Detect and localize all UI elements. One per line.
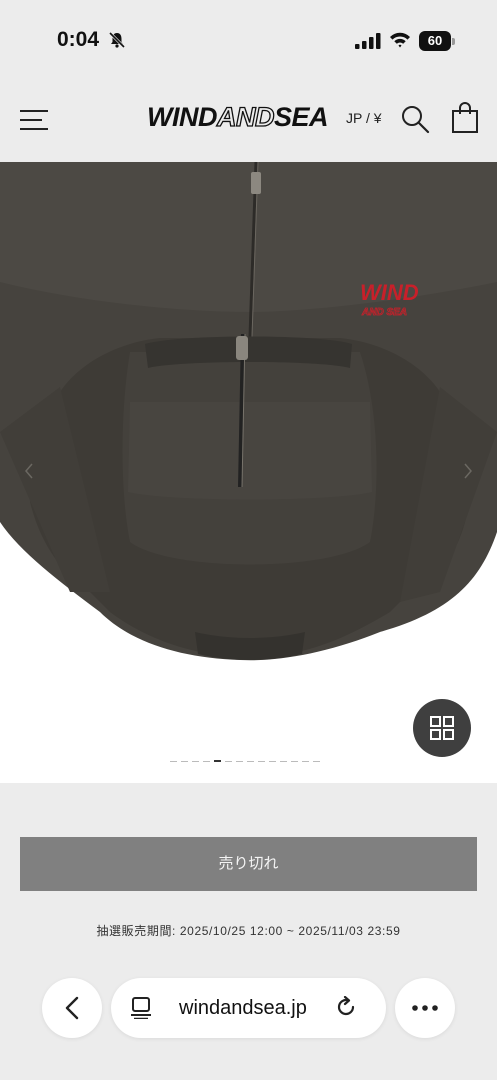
logo-sea: SEA <box>273 102 329 132</box>
locale-currency-selector[interactable]: JP / ¥ <box>346 110 382 126</box>
reload-icon[interactable] <box>335 996 357 1018</box>
gallery-page-dot[interactable] <box>192 761 199 762</box>
gallery-page-dot[interactable] <box>269 761 276 762</box>
sold-out-button[interactable]: 売り切れ <box>20 837 477 891</box>
bell-muted-icon <box>108 31 126 49</box>
gallery-page-dot[interactable] <box>291 761 298 762</box>
carousel-prev-icon[interactable] <box>24 462 34 480</box>
embroidery-top: WIND <box>360 280 419 305</box>
address-bar[interactable]: windandsea.jp <box>111 978 386 1038</box>
lottery-period-text: 抽選販売期間: 2025/10/25 12:00 ~ 2025/11/03 23… <box>96 924 401 938</box>
battery-indicator: 60 <box>419 31 455 51</box>
gallery-page-dot[interactable] <box>225 761 232 762</box>
page-menu-icon[interactable] <box>131 997 151 1019</box>
browser-back-button[interactable] <box>42 978 102 1038</box>
logo-wind: WIND <box>147 102 217 132</box>
gallery-page-dot[interactable] <box>258 761 265 762</box>
search-icon[interactable] <box>400 104 430 134</box>
embroidery-bottom: AND SEA <box>361 307 407 318</box>
status-bar: 0:04 60 <box>0 0 497 80</box>
ellipsis-icon <box>412 1005 438 1011</box>
more-options-button[interactable] <box>395 978 455 1038</box>
shopping-bag-icon[interactable] <box>451 102 479 134</box>
wifi-icon <box>390 32 410 48</box>
logo-and: AND <box>216 101 275 132</box>
gallery-pagination <box>170 760 330 764</box>
gallery-page-dot[interactable] <box>313 761 320 762</box>
status-time: 0:04 <box>57 28 100 51</box>
gallery-page-dot[interactable] <box>203 761 210 762</box>
site-logo[interactable]: WINDANDSEA <box>147 101 329 133</box>
zip-hoodie-photo <box>0 162 497 661</box>
gallery-page-dot[interactable] <box>236 761 243 762</box>
site-header: WINDANDSEA JP / ¥ <box>0 80 497 162</box>
gallery-page-dot[interactable] <box>302 761 309 762</box>
embroidered-logo: WIND AND SEA <box>360 280 419 318</box>
url-text: windandsea.jp <box>179 997 307 1019</box>
battery-cap <box>452 38 455 45</box>
product-gallery[interactable]: WIND AND SEA <box>0 162 497 783</box>
grid-icon <box>430 716 454 740</box>
gallery-page-dot[interactable] <box>181 761 188 762</box>
gallery-page-dot[interactable] <box>247 761 254 762</box>
chevron-left-icon <box>65 996 79 1020</box>
gallery-page-dot[interactable] <box>170 761 177 762</box>
gallery-page-dot[interactable] <box>280 761 287 762</box>
cellular-signal-icon <box>355 33 381 49</box>
grid-view-button[interactable] <box>413 699 471 757</box>
hamburger-menu-icon[interactable] <box>20 108 50 132</box>
battery-level: 60 <box>419 31 451 51</box>
carousel-next-icon[interactable] <box>463 462 473 480</box>
gallery-page-dot[interactable] <box>214 760 221 762</box>
